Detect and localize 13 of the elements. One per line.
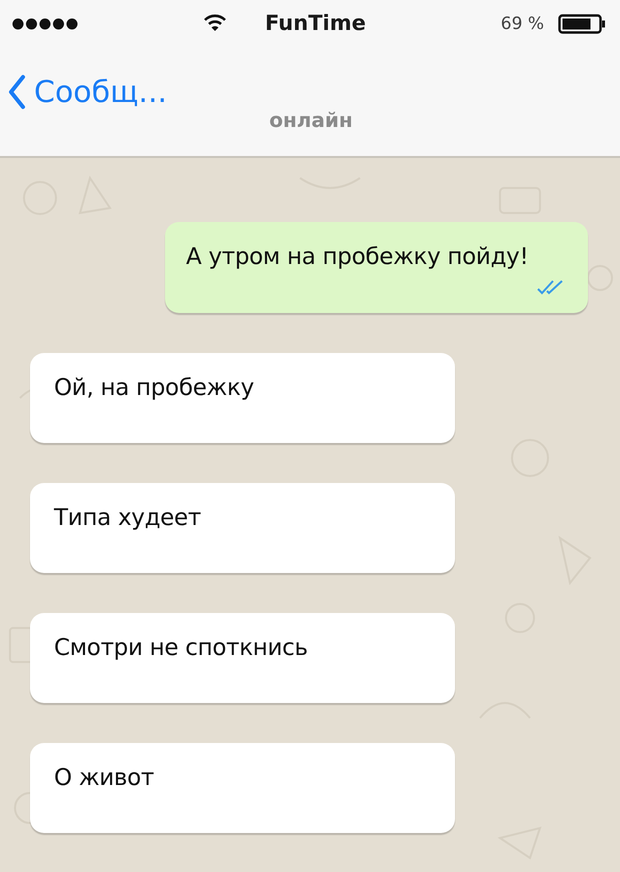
message-text: Ой, на пробежку xyxy=(54,375,254,401)
message-text: О живот xyxy=(54,765,154,791)
back-link[interactable]: Сообщ... xyxy=(8,74,168,110)
signal-icon xyxy=(12,18,78,30)
message-text: Типа худеет xyxy=(54,505,201,531)
message-text: А утром на пробежку пойду! xyxy=(186,244,528,270)
status-subtitle: онлайн xyxy=(269,108,353,132)
carrier-name: FunTime xyxy=(265,11,366,35)
message-text: Смотри не споткнись xyxy=(54,635,308,661)
back-icon xyxy=(8,74,26,110)
battery-icon xyxy=(558,14,606,34)
wifi-icon xyxy=(203,14,227,32)
battery-percent: 69 % xyxy=(500,14,544,34)
